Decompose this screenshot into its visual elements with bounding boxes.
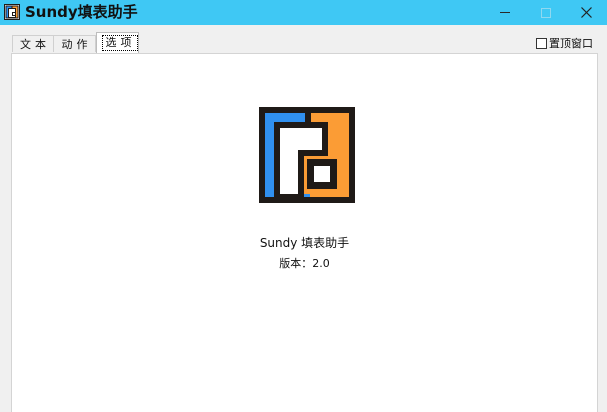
options-panel: Sundy 填表助手 版本：2.0: [11, 53, 598, 412]
tab-options-label: 选项: [101, 35, 138, 51]
maximize-icon: [541, 7, 551, 18]
topmost-checkbox[interactable]: 置顶窗口: [536, 36, 593, 50]
title-bar[interactable]: Sundy填表助手: [0, 0, 607, 25]
tab-actions[interactable]: 动作: [54, 35, 96, 52]
about-app-name: Sundy 填表助手: [259, 236, 350, 250]
tab-text[interactable]: 文本: [12, 35, 54, 52]
minimize-button[interactable]: [486, 0, 524, 25]
tab-options[interactable]: 选项: [96, 32, 139, 53]
close-icon: [580, 7, 592, 18]
app-logo-icon: [4, 4, 20, 20]
version-number: 2.0: [312, 257, 330, 270]
close-button[interactable]: [567, 0, 605, 25]
maximize-button[interactable]: [527, 0, 565, 25]
about-version: 版本：2.0: [12, 256, 597, 272]
app-logo: [259, 107, 355, 203]
minimize-icon: [500, 12, 510, 13]
version-label: 版本：: [279, 257, 313, 270]
window-title: Sundy填表助手: [25, 3, 138, 21]
app-window: Sundy填表助手 文本 动作 选项 置顶窗口 Sundy 填表助手 版本：2.…: [0, 0, 607, 412]
checkbox-box[interactable]: [536, 37, 547, 49]
tab-strip: 文本 动作 选项 置顶窗口: [0, 25, 607, 54]
topmost-label: 置顶窗口: [549, 37, 593, 50]
